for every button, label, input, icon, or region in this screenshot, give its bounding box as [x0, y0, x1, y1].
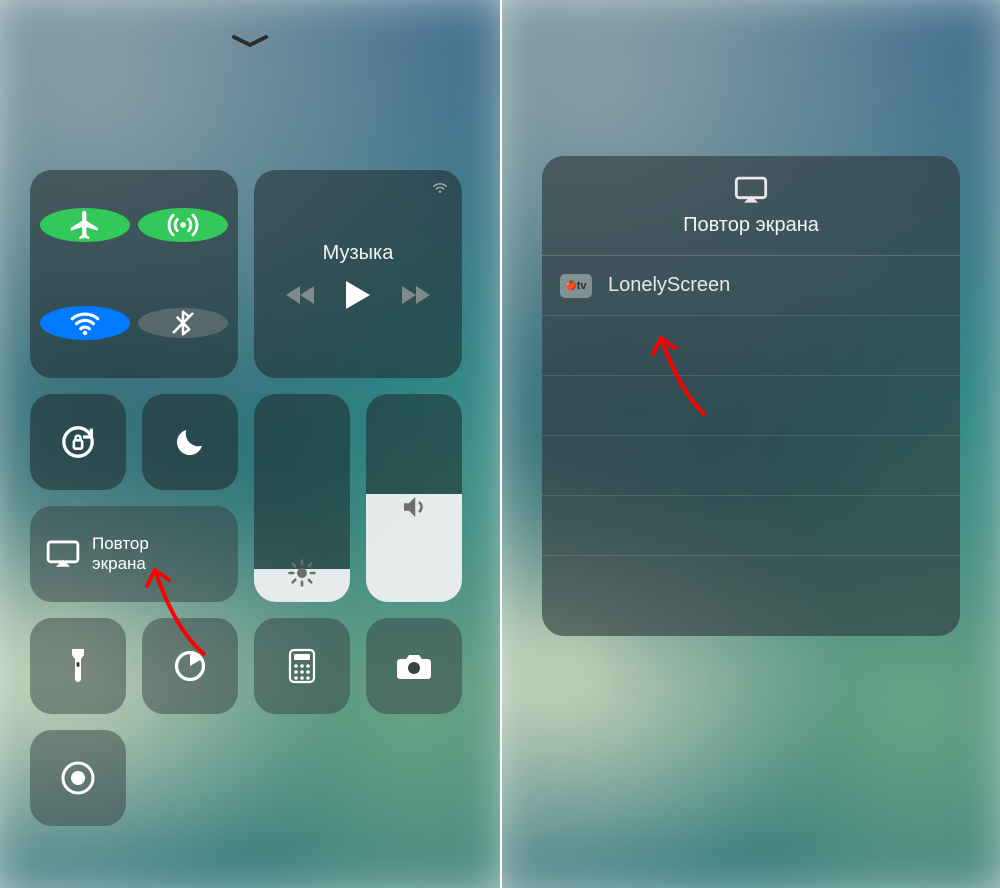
media-title: Музыка — [323, 242, 394, 265]
antenna-icon — [166, 208, 200, 242]
airplay-device-row[interactable]: 🍎tv LonelyScreen — [542, 256, 960, 316]
empty-row — [542, 376, 960, 436]
empty-row — [542, 496, 960, 556]
camera-icon — [395, 651, 433, 681]
empty-row — [542, 436, 960, 496]
volume-icon — [399, 492, 429, 522]
record-icon — [58, 758, 98, 798]
device-name-label: LonelyScreen — [608, 274, 730, 297]
connectivity-group — [30, 170, 238, 378]
moon-icon — [172, 424, 208, 460]
empty-row — [542, 316, 960, 376]
flashlight-icon — [66, 647, 90, 685]
do-not-disturb-button[interactable] — [142, 394, 238, 490]
timer-icon — [172, 648, 208, 684]
calculator-icon — [288, 648, 316, 684]
screen-mirroring-label: Повтор экрана — [92, 534, 149, 573]
airplane-mode-toggle[interactable] — [40, 208, 130, 242]
rotation-lock-icon — [58, 422, 98, 462]
wifi-icon — [68, 306, 102, 340]
flashlight-button[interactable] — [30, 618, 126, 714]
chevron-down-icon[interactable] — [230, 34, 270, 50]
airplane-icon — [68, 208, 102, 242]
sheet-title: Повтор экрана — [683, 214, 819, 237]
timer-button[interactable] — [142, 618, 238, 714]
bluetooth-off-icon — [168, 308, 198, 338]
screen-record-button[interactable] — [30, 730, 126, 826]
wifi-toggle[interactable] — [40, 306, 130, 340]
volume-slider[interactable] — [366, 394, 462, 602]
rewind-button[interactable] — [286, 284, 316, 306]
calculator-button[interactable] — [254, 618, 350, 714]
media-controls-group: Музыка — [254, 170, 462, 378]
play-button[interactable] — [344, 279, 372, 311]
bluetooth-toggle[interactable] — [138, 308, 228, 338]
screen-mirroring-icon — [734, 176, 768, 204]
screen-mirroring-screenshot: Повтор экрана 🍎tv LonelyScreen — [500, 0, 1000, 888]
brightness-slider[interactable] — [254, 394, 350, 602]
screen-mirroring-sheet: Повтор экрана 🍎tv LonelyScreen — [542, 156, 960, 636]
brightness-icon — [287, 558, 317, 588]
screen-mirroring-icon — [46, 539, 80, 569]
control-center-screenshot: Музыка — [0, 0, 500, 888]
apple-tv-icon: 🍎tv — [560, 274, 592, 298]
cellular-data-toggle[interactable] — [138, 208, 228, 242]
screen-mirroring-button[interactable]: Повтор экрана — [30, 506, 238, 602]
rotation-lock-button[interactable] — [30, 394, 126, 490]
fast-forward-button[interactable] — [400, 284, 430, 306]
camera-button[interactable] — [366, 618, 462, 714]
airplay-audio-icon[interactable] — [430, 180, 450, 200]
